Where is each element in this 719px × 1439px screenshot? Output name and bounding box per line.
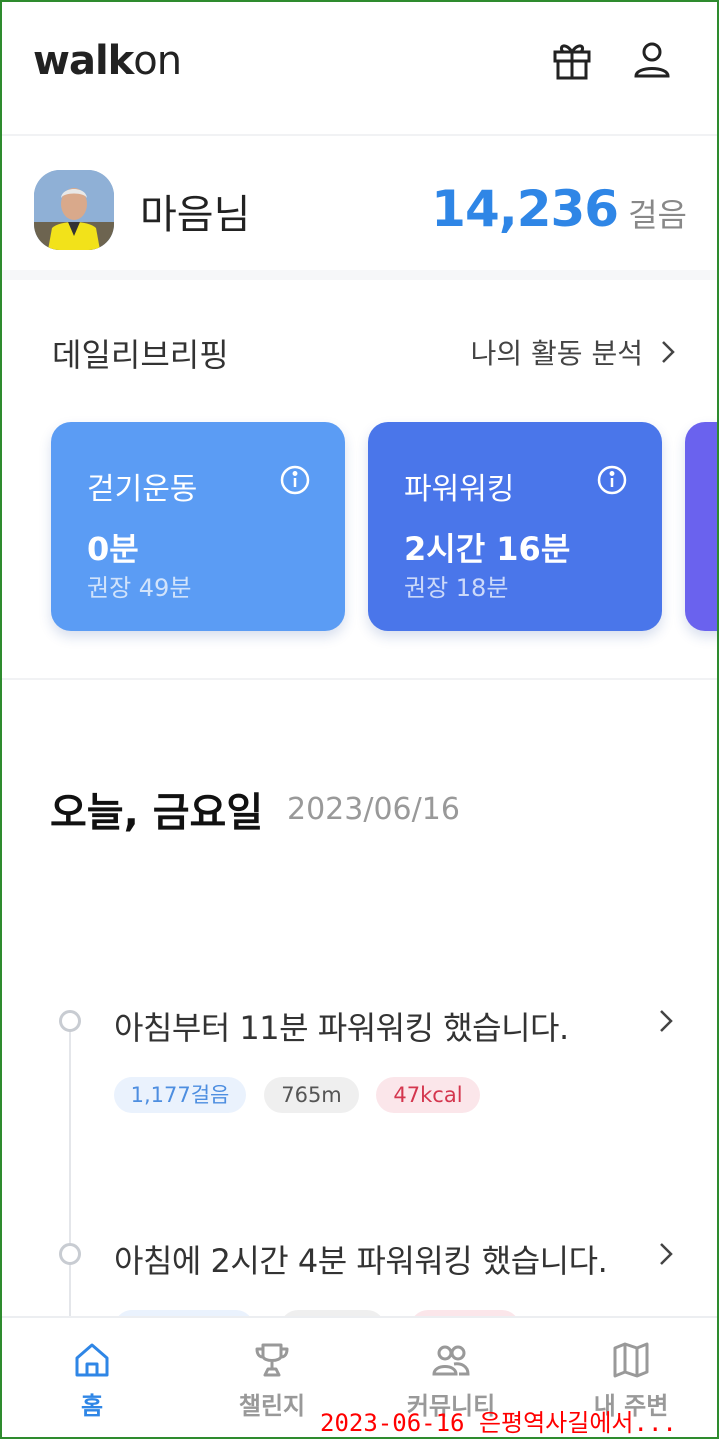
user-icon[interactable]: [630, 38, 674, 82]
calories-chip: 47kcal: [376, 1077, 480, 1113]
walkon-logo[interactable]: walkon: [33, 38, 182, 84]
timeline-item-text: 아침부터 11분 파워워킹 했습니다.: [114, 1009, 569, 1047]
profile-summary: 마음님 14,236 걸음: [0, 138, 719, 280]
section-divider: [0, 678, 719, 680]
nav-label: 홈: [80, 1392, 104, 1420]
timeline-item-text: 아침에 2시간 4분 파워워킹 했습니다.: [114, 1242, 608, 1280]
timeline-line: [69, 1030, 71, 1320]
activity-analysis-link[interactable]: 나의 활동 분석: [471, 332, 675, 372]
today-title: 오늘, 금요일: [50, 790, 264, 836]
community-icon: [432, 1345, 470, 1376]
info-icon[interactable]: [279, 464, 311, 496]
steps-unit: 걸음: [628, 196, 687, 234]
trophy-icon: [255, 1343, 289, 1377]
briefing-card-partial[interactable]: [685, 422, 719, 631]
card-value: 2시간 16분: [404, 530, 571, 568]
app-header: walkon: [0, 0, 719, 136]
chevron-right-icon: [662, 341, 675, 363]
total-steps[interactable]: 14,236 걸음: [431, 180, 687, 238]
avatar[interactable]: [34, 170, 114, 250]
section-title-daily-briefing: 데일리브리핑: [52, 336, 229, 374]
info-icon[interactable]: [596, 464, 628, 496]
briefing-card-power-walking[interactable]: 파워워킹 2시간 16분 권장 18분: [368, 422, 662, 631]
card-recommended: 권장 49분: [87, 574, 192, 602]
gift-icon[interactable]: [550, 38, 594, 82]
timeline-dot: [59, 1010, 81, 1032]
nav-home[interactable]: 홈: [2, 1318, 182, 1439]
steps-chip: 1,177걸음: [114, 1077, 246, 1113]
date-location-watermark: 2023-06-16 은평역사길에서...: [320, 1409, 677, 1437]
map-icon: [613, 1342, 649, 1378]
card-value: 0분: [87, 530, 139, 568]
steps-count: 14,236: [431, 180, 619, 238]
activity-analysis-label: 나의 활동 분석: [470, 337, 643, 370]
card-recommended: 권장 18분: [404, 574, 509, 602]
timeline-dot: [59, 1243, 81, 1265]
home-icon: [75, 1343, 109, 1377]
card-label: 걷기운동: [87, 472, 198, 507]
briefing-card-walking[interactable]: 걷기운동 0분 권장 49분: [51, 422, 345, 631]
user-name: 마음님: [140, 192, 251, 238]
chevron-right-icon: [660, 1243, 673, 1265]
chevron-right-icon: [660, 1010, 673, 1032]
today-date: 2023/06/16: [287, 792, 460, 827]
distance-chip: 765m: [264, 1077, 359, 1113]
card-label: 파워워킹: [404, 472, 515, 507]
